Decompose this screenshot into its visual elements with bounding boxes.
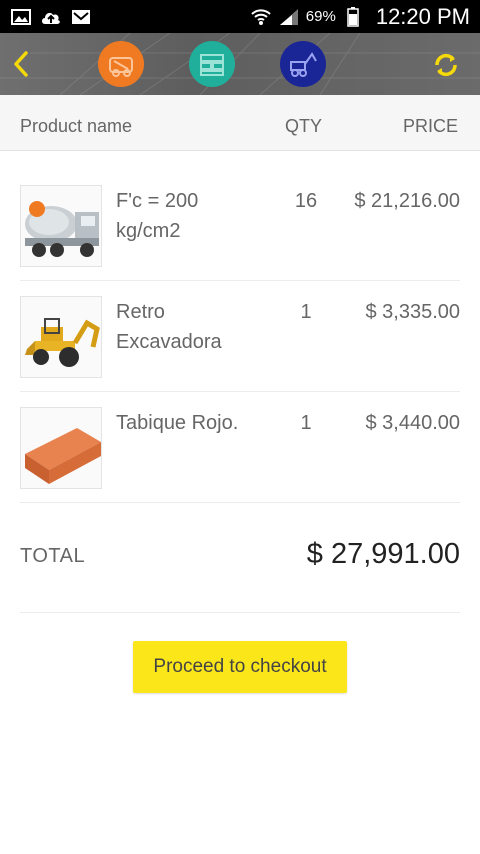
- cart-item-row[interactable]: F'c = 200 kg/cm2 16 $ 21,216.00: [20, 171, 460, 281]
- category-machinery-button[interactable]: [280, 41, 326, 87]
- clock: 12:20 PM: [375, 3, 470, 29]
- toolbar-background-pattern: [0, 33, 480, 95]
- proceed-to-checkout-button[interactable]: Proceed to checkout: [133, 641, 347, 693]
- battery-percent: 69%: [305, 8, 336, 25]
- app-toolbar: [0, 33, 480, 95]
- product-qty: 1: [300, 412, 312, 434]
- concrete-category-icon: [109, 57, 133, 77]
- cart-item-row[interactable]: Tabique Rojo. 1 $ 3,440.00: [20, 393, 460, 503]
- column-header-price: PRICE: [402, 116, 458, 136]
- product-name: Retro Excavadora: [116, 301, 222, 353]
- total-label: TOTAL: [20, 545, 86, 567]
- category-blocks-button[interactable]: [189, 41, 235, 87]
- upload-cloud-icon: [40, 8, 62, 26]
- battery-icon: [342, 6, 364, 27]
- category-concrete-button[interactable]: [98, 41, 144, 87]
- product-qty: 1: [300, 301, 312, 323]
- column-header-qty: QTY: [285, 116, 323, 136]
- product-image-backhoe-loader: [20, 296, 102, 378]
- product-qty: 16: [294, 190, 318, 212]
- product-price: $ 3,440.00: [365, 412, 460, 434]
- chevron-left-icon: [14, 51, 28, 77]
- product-price: $ 21,216.00: [354, 190, 460, 212]
- refresh-icon: [435, 53, 457, 77]
- blocks-category-icon: [200, 54, 224, 76]
- total-value: $ 27,991.00: [306, 538, 460, 570]
- column-header-product-name: Product name: [20, 116, 133, 136]
- product-image-concrete-mixer-truck: [20, 185, 102, 267]
- cart-total-row: TOTAL $ 27,991.00: [20, 502, 460, 613]
- machinery-category-icon: [290, 52, 317, 77]
- product-name: F'c = 200 kg/cm2: [116, 190, 199, 242]
- signal-icon: [278, 8, 300, 26]
- back-button[interactable]: [6, 47, 36, 81]
- mail-icon: [70, 8, 92, 26]
- product-price: $ 3,335.00: [365, 301, 460, 323]
- gallery-icon: [10, 8, 32, 26]
- product-image-red-brick: [20, 407, 102, 489]
- cart-item-row[interactable]: Retro Excavadora 1 $ 3,335.00: [20, 282, 460, 392]
- status-bar: 69% 12:20 PM: [0, 0, 480, 33]
- cart-table-header: Product name QTY PRICE: [0, 95, 480, 151]
- wifi-icon: [250, 8, 272, 26]
- product-name: Tabique Rojo.: [116, 412, 239, 434]
- refresh-button[interactable]: [428, 47, 464, 83]
